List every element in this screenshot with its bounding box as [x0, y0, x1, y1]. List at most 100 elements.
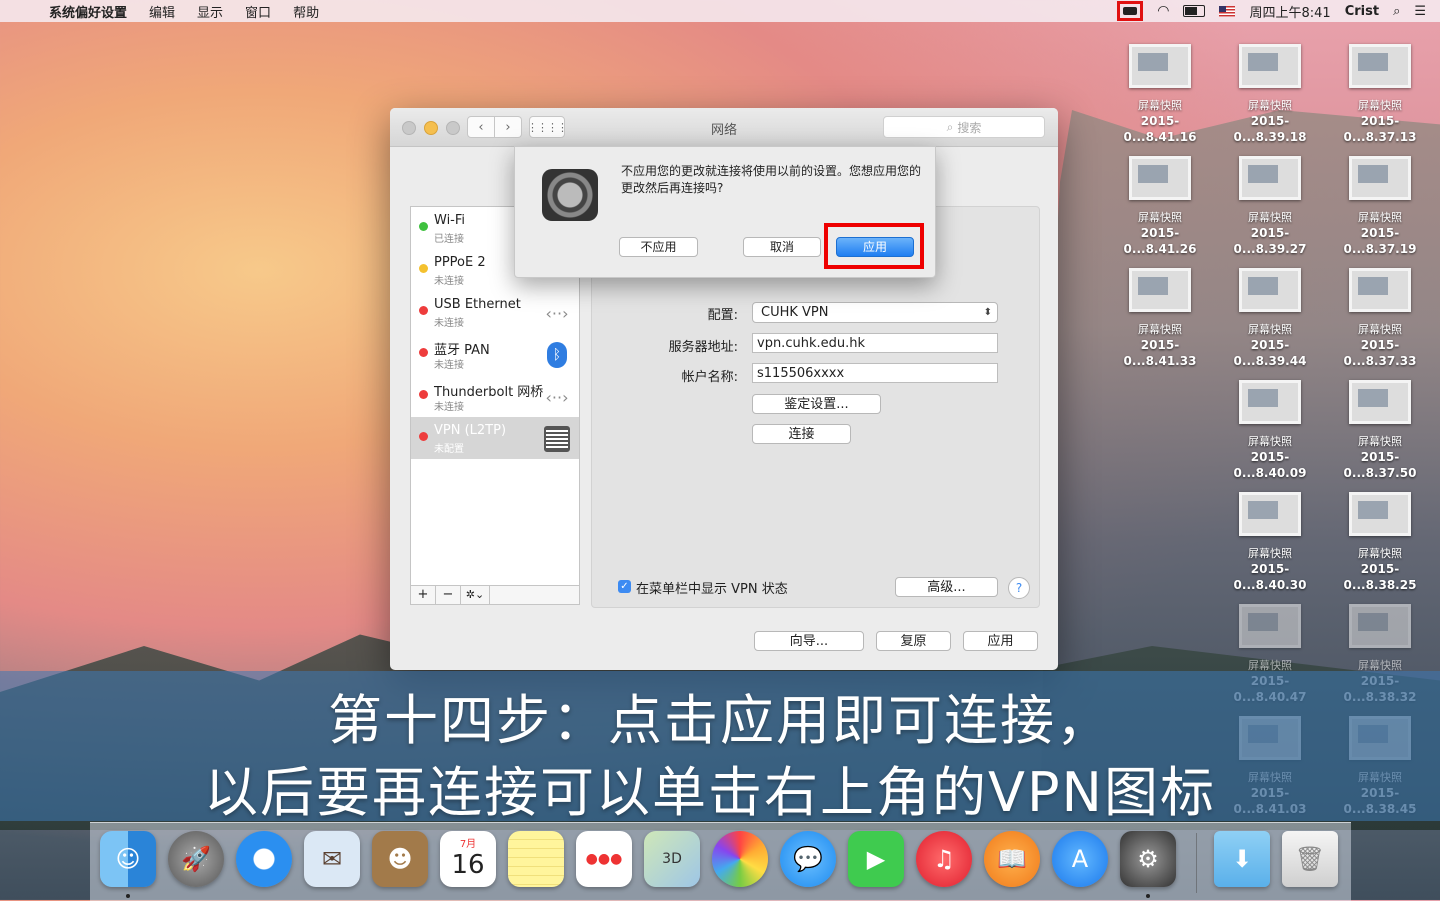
menu-window[interactable]: 窗口 [234, 2, 282, 21]
status-dot [419, 306, 428, 315]
revert-button[interactable]: 复原 [876, 631, 951, 651]
menu-edit[interactable]: 编辑 [138, 2, 186, 21]
service-name: Wi-Fi [434, 213, 466, 228]
remove-service-button[interactable]: − [436, 586, 461, 604]
desktop-file-icon[interactable]: 屏幕快照 2015-0...8.41.16 [1110, 44, 1210, 145]
ethernet-icon: ‹··› [545, 303, 569, 323]
maps-icon[interactable]: 3D [644, 831, 700, 887]
authentication-settings-button[interactable]: 鉴定设置... [752, 394, 881, 414]
desktop-file-icon[interactable]: 屏幕快照 2015-0...8.41.26 [1110, 156, 1210, 257]
messages-icon[interactable]: 💬 [780, 831, 836, 887]
connect-button[interactable]: 连接 [752, 424, 851, 444]
status-dot [419, 222, 428, 231]
gear-icon[interactable]: ✲⌄ [461, 586, 490, 604]
help-button[interactable]: ? [1008, 577, 1030, 599]
desktop-file-icon[interactable]: 屏幕快照 2015-0...8.41.33 [1110, 268, 1210, 369]
photos-icon[interactable] [712, 831, 768, 887]
spotlight-icon[interactable]: ⌕ [1393, 4, 1400, 19]
config-popup[interactable]: CUHK VPN ⬍ [752, 302, 998, 323]
menu-help[interactable]: 帮助 [282, 2, 330, 21]
desktop-file-icon[interactable]: 屏幕快照 2015-0...8.37.19 [1330, 156, 1430, 257]
cancel-button[interactable]: 取消 [743, 237, 821, 257]
service-bluetooth-pan[interactable]: 蓝牙 PAN 未连接 ᛒ [411, 333, 579, 375]
ibooks-icon[interactable]: 📖 [984, 831, 1040, 887]
notes-icon[interactable] [508, 831, 564, 887]
show-vpn-status-label: 在菜单栏中显示 VPN 状态 [636, 582, 788, 597]
downloads-folder-icon[interactable]: ⬇ [1214, 831, 1270, 887]
trash-icon[interactable]: 🗑 [1282, 831, 1338, 887]
add-service-button[interactable]: + [411, 586, 436, 604]
service-vpn-l2tp[interactable]: VPN (L2TP) 未配置 [411, 417, 579, 459]
mail-icon[interactable]: ✉ [304, 831, 360, 887]
file-name-line-1: 屏幕快照 [1358, 547, 1402, 560]
apply-button[interactable]: 应用 [963, 631, 1038, 651]
desktop-file-icon[interactable]: 屏幕快照 2015-0...8.39.18 [1220, 44, 1320, 145]
status-dot [419, 390, 428, 399]
file-name-line-2: 2015-0...8.37.19 [1343, 226, 1417, 256]
itunes-icon[interactable]: ♫ [916, 831, 972, 887]
menu-user[interactable]: Crist [1345, 4, 1379, 19]
menu-view[interactable]: 显示 [186, 2, 234, 21]
appstore-icon[interactable]: A [1052, 831, 1108, 887]
reminders-icon[interactable]: ●●● [576, 831, 632, 887]
screenshot-thumbnail [1129, 44, 1191, 88]
service-status: 未连接 [434, 402, 464, 413]
file-name-line-2: 2015-0...8.39.18 [1233, 114, 1307, 144]
desktop-file-icon[interactable]: 屏幕快照 2015-0...8.40.09 [1220, 380, 1320, 481]
bluetooth-glyph: ᛒ [547, 342, 567, 368]
desktop-file-icon[interactable]: 屏幕快照 2015-0...8.37.13 [1330, 44, 1430, 145]
search-input[interactable]: ⌕ 搜索 [883, 116, 1045, 138]
file-name-line-2: 2015-0...8.37.13 [1343, 114, 1417, 144]
launchpad-icon[interactable]: 🚀 [168, 831, 224, 887]
running-indicator [126, 894, 130, 898]
bluetooth-icon: ᛒ [543, 342, 571, 368]
safari-icon[interactable]: ✧ [236, 831, 292, 887]
screenshot-thumbnail [1349, 604, 1411, 648]
file-name-line-1: 屏幕快照 [1248, 435, 1292, 448]
file-name-line-2: 2015-0...8.39.44 [1233, 338, 1307, 368]
service-status: 未连接 [434, 276, 464, 287]
vpn-icon[interactable] [1117, 1, 1144, 21]
search-placeholder: 搜索 [957, 120, 982, 135]
screenshot-thumbnail [1239, 156, 1301, 200]
account-name-field[interactable]: s115506xxxx [752, 363, 998, 383]
contacts-icon[interactable]: ☻ [372, 831, 428, 887]
sheet-message: 不应用您的更改就连接将使用以前的设置。您想应用您的更改然后再连接吗? [621, 164, 922, 195]
file-name-line-1: 屏幕快照 [1248, 547, 1292, 560]
wifi-icon[interactable]: ◠ [1157, 3, 1169, 19]
file-name-line-1: 屏幕快照 [1138, 211, 1182, 224]
dont-apply-button[interactable]: 不应用 [619, 237, 698, 257]
advanced-button[interactable]: 高级... [895, 577, 998, 597]
menu-app-name[interactable]: 系统偏好设置 [38, 2, 138, 21]
screenshot-thumbnail [1129, 156, 1191, 200]
file-name-line-2: 2015-0...8.37.33 [1343, 338, 1417, 368]
desktop-file-icon[interactable]: 屏幕快照 2015-0...8.37.50 [1330, 380, 1430, 481]
desktop-file-icon[interactable]: 屏幕快照 2015-0...8.39.44 [1220, 268, 1320, 369]
desktop-file-icon[interactable]: 屏幕快照 2015-0...8.38.25 [1330, 492, 1430, 593]
menu-clock[interactable]: 周四上午8:41 [1249, 2, 1330, 21]
assist-me-button[interactable]: 向导... [754, 631, 864, 651]
screenshot-thumbnail [1239, 44, 1301, 88]
flag-icon[interactable] [1219, 5, 1236, 17]
service-thunderbolt-bridge[interactable]: Thunderbolt 网桥 未连接 ‹··› [411, 375, 579, 417]
system-preferences-icon[interactable]: ⚙ [1120, 831, 1176, 887]
calendar-icon[interactable]: 7月 16 [440, 831, 496, 887]
show-vpn-status-checkbox[interactable]: ✓ [618, 580, 631, 593]
status-dot [419, 348, 428, 357]
facetime-icon[interactable]: ▶ [848, 831, 904, 887]
battery-icon[interactable] [1183, 5, 1206, 17]
server-address-field[interactable]: vpn.cuhk.edu.hk [752, 333, 998, 353]
file-name-line-1: 屏幕快照 [1138, 99, 1182, 112]
file-name-line-2: 2015-0...8.37.50 [1343, 450, 1417, 480]
desktop-file-icon[interactable]: 屏幕快照 2015-0...8.37.33 [1330, 268, 1430, 369]
file-name-line-2: 2015-0...8.41.26 [1123, 226, 1197, 256]
screenshot-thumbnail [1129, 268, 1191, 312]
finder-icon[interactable]: ☺ [100, 831, 156, 887]
notification-icon[interactable]: ☰ [1414, 4, 1426, 19]
service-name: VPN (L2TP) [434, 423, 507, 438]
server-label: 服务器地址: [668, 340, 738, 355]
desktop-file-icon[interactable]: 屏幕快照 2015-0...8.40.30 [1220, 492, 1320, 593]
service-usb-ethernet[interactable]: USB Ethernet 未连接 ‹··› [411, 291, 579, 333]
desktop-file-icon[interactable]: 屏幕快照 2015-0...8.39.27 [1220, 156, 1320, 257]
file-name-line-2: 2015-0...8.41.16 [1123, 114, 1197, 144]
